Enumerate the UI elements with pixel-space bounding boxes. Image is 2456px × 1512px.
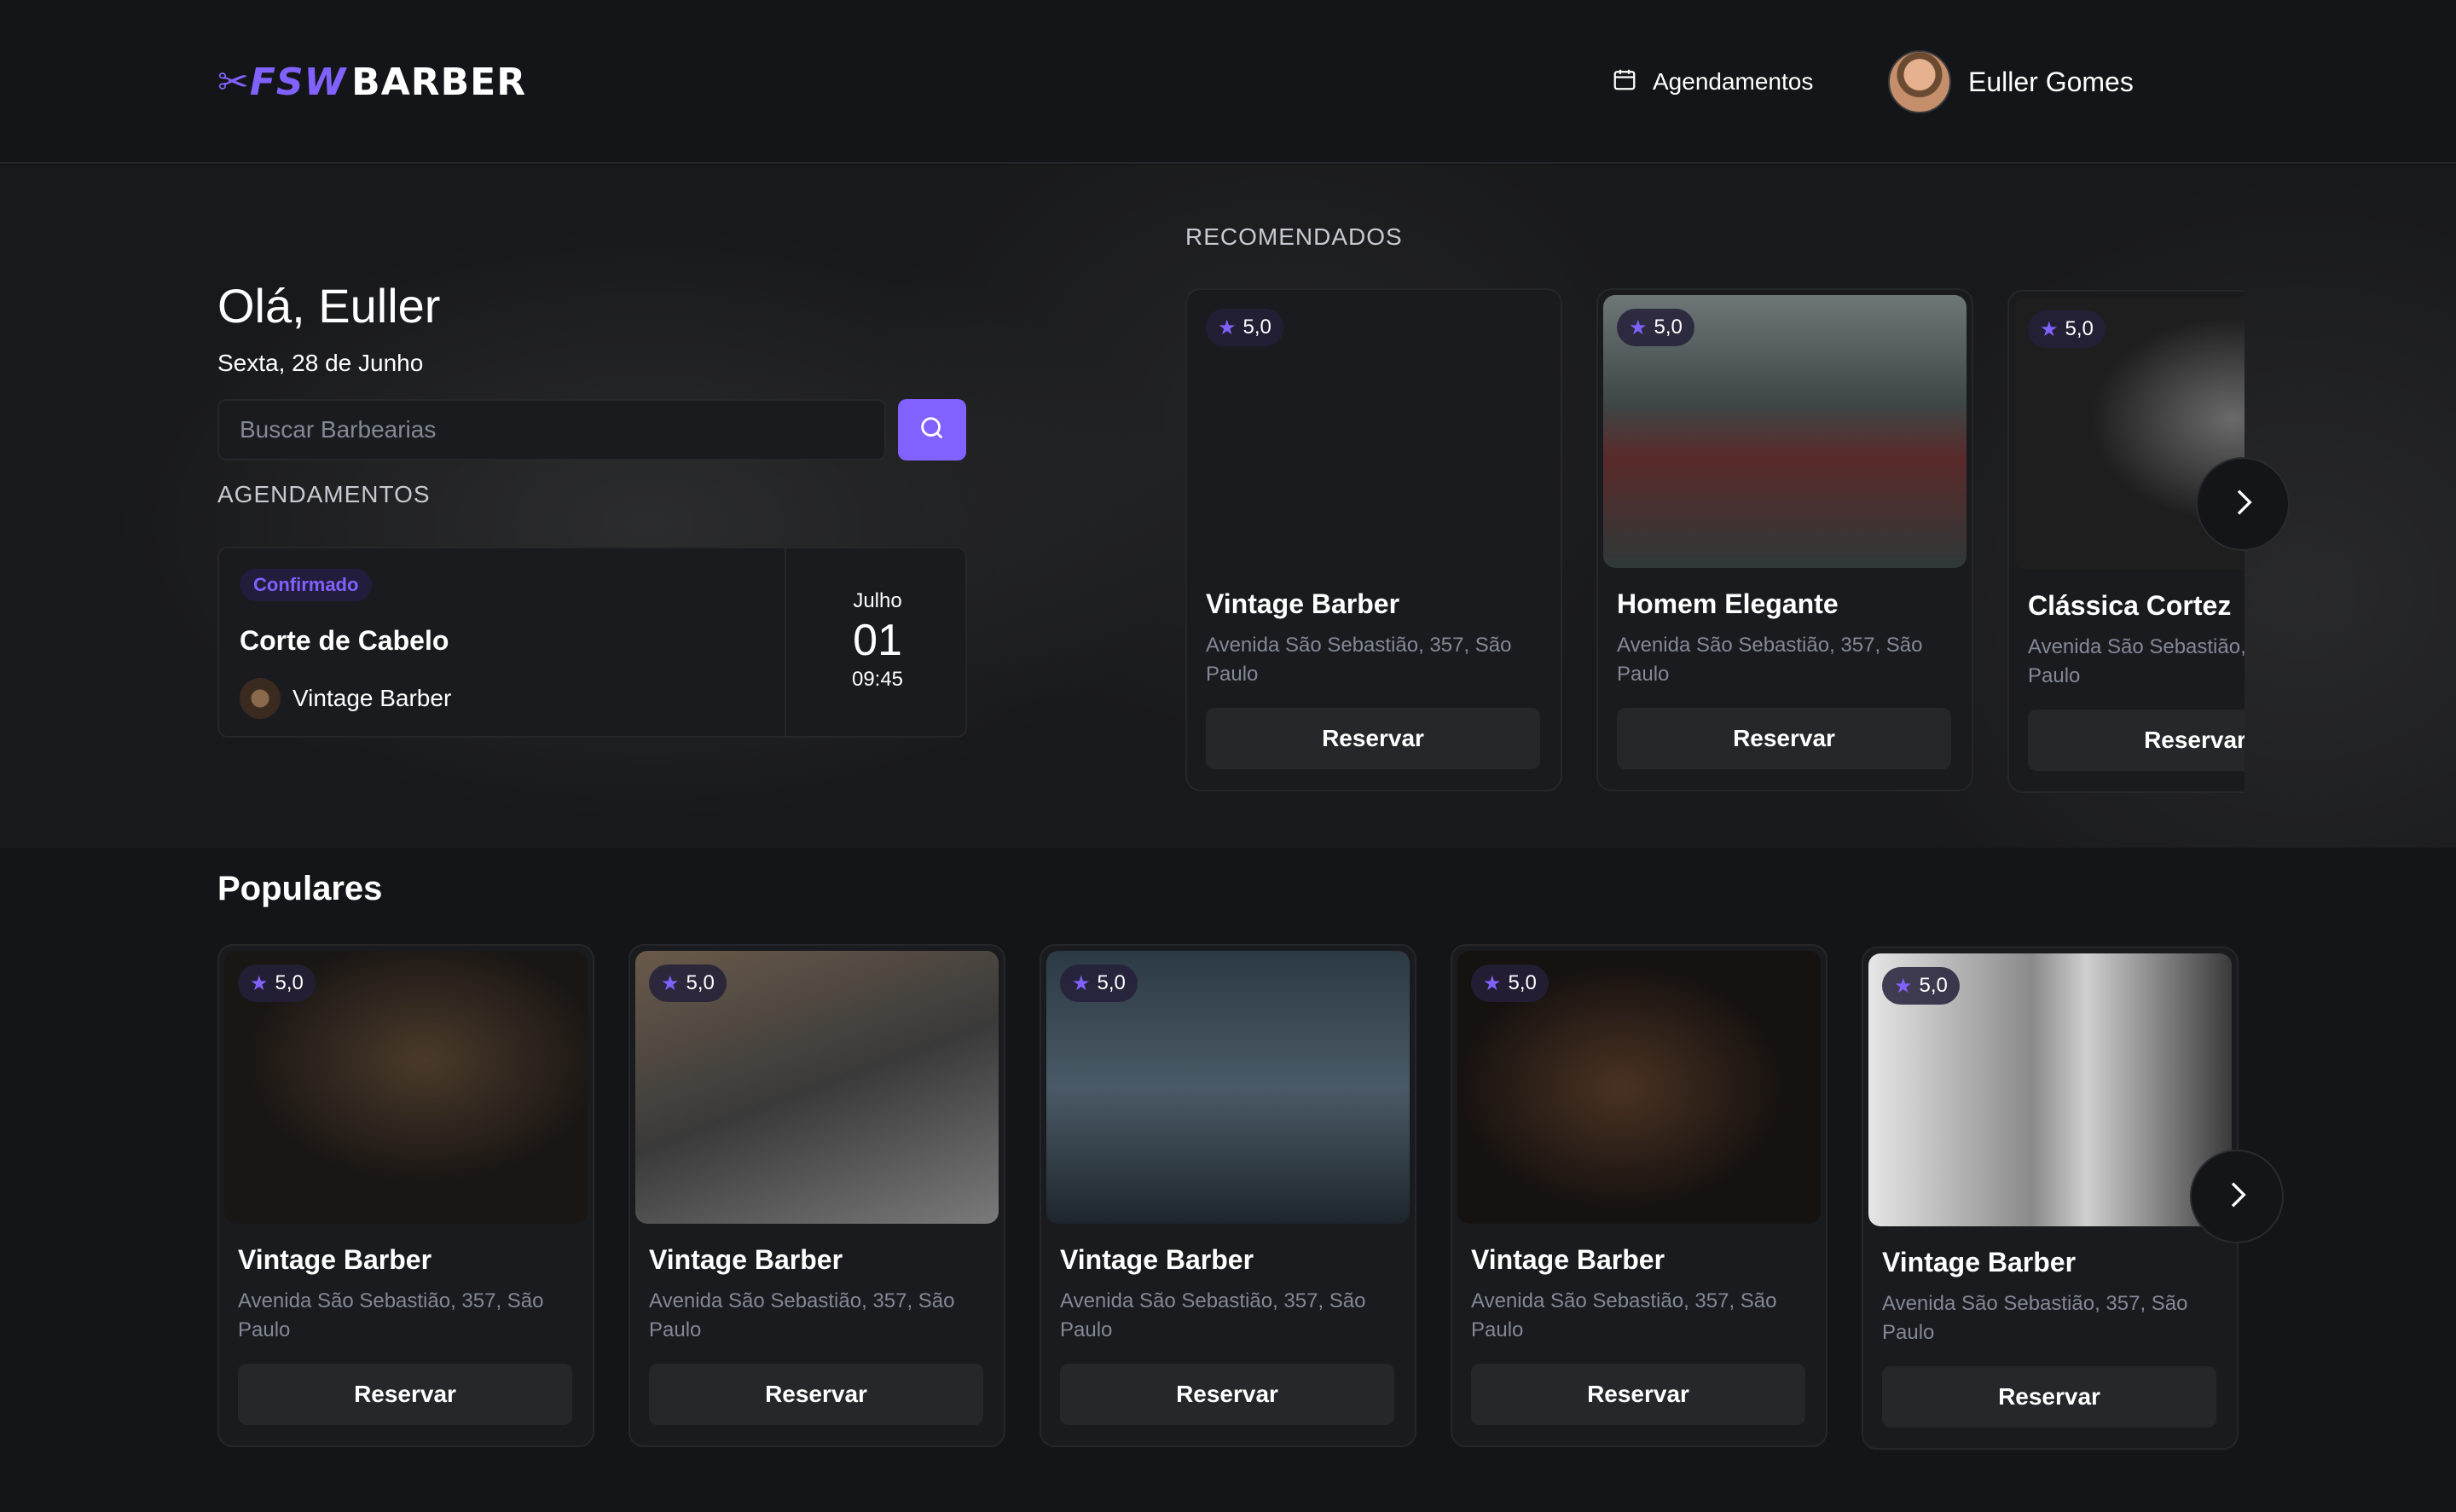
popular-section-title: Populares [217, 870, 383, 907]
reserve-button[interactable]: Reservar [1882, 1366, 2216, 1428]
rating-badge: ★ 5,0 [1060, 965, 1138, 1002]
logo-mark: ✂FSW [217, 60, 347, 104]
barbershop-name: Homem Elegante [1617, 588, 1839, 619]
booking-card[interactable]: Confirmado Corte de Cabelo Vintage Barbe… [217, 547, 967, 738]
search-icon [918, 414, 947, 447]
star-icon: ★ [661, 971, 680, 995]
nav-bookings-label: Agendamentos [1653, 68, 1814, 95]
rating-value: 5,0 [1654, 316, 1683, 339]
barbershop-name: Clássica Cortez [2028, 590, 2232, 621]
barbershop-address: Avenida São Sebastião, 357, São Paulo [1060, 1289, 1366, 1341]
rating-value: 5,0 [1919, 974, 1948, 997]
booking-details: Confirmado Corte de Cabelo Vintage Barbe… [219, 548, 786, 736]
barbershop-card[interactable]: ★ 5,0 Vintage Barber Avenida São Sebastiã… [1040, 944, 1416, 1447]
rating-value: 5,0 [686, 971, 715, 994]
barbershop-name: Vintage Barber [649, 1244, 843, 1275]
recommended-section-label: RECOMENDADOS [1185, 223, 1403, 250]
barbershop-image: ★ 5,0 [1868, 953, 2232, 1226]
bookings-section-label: AGENDAMENTOS [217, 481, 431, 507]
user-name: Euller Gomes [1968, 66, 2134, 97]
booking-shop: Vintage Barber [240, 678, 451, 719]
barbershop-card[interactable]: ★ 5,0 Vintage Barber Avenida São Sebastiã… [1185, 288, 1562, 791]
barbershop-card[interactable]: ★ 5,0 Vintage Barber Avenida São Sebastiã… [1451, 944, 1828, 1447]
barbershop-address: Avenida São Sebastião, 357, São Paulo [649, 1289, 955, 1341]
rating-badge: ★ 5,0 [1617, 309, 1694, 346]
reserve-button[interactable]: Reservar [1617, 708, 1951, 769]
popular-next-button[interactable] [2190, 1150, 2284, 1243]
rating-value: 5,0 [1242, 316, 1271, 339]
reserve-button[interactable]: Reservar [1060, 1364, 1394, 1425]
rating-value: 5,0 [275, 971, 304, 994]
barbershop-image: ★ 5,0 [635, 951, 999, 1224]
user-menu[interactable]: Euller Gomes [1888, 49, 2134, 114]
chevron-right-icon [2220, 1178, 2254, 1216]
reserve-button[interactable]: Reservar [1206, 708, 1540, 769]
status-badge: Confirmado [240, 569, 373, 601]
barbershop-address: Avenida São Sebastião, 357, São Paulo [238, 1289, 544, 1341]
rating-badge: ★ 5,0 [1206, 309, 1283, 346]
logo[interactable]: ✂FSW BARBER [217, 60, 526, 104]
greeting: Olá, Euller [217, 279, 441, 333]
barbershop-image: ★ 5,0 [224, 951, 588, 1224]
chevron-right-icon [2226, 485, 2260, 524]
current-date: Sexta, 28 de Junho [217, 350, 424, 376]
barbershop-card[interactable]: ★ 5,0 Clássica Cortez Avenida São Sebasti… [2007, 290, 2245, 793]
booking-month: Julho [853, 589, 902, 612]
star-icon: ★ [1894, 974, 1913, 998]
rating-value: 5,0 [2065, 317, 2094, 340]
barbershop-image: ★ 5,0 [1192, 295, 1555, 568]
star-icon: ★ [1072, 971, 1091, 995]
search-button[interactable] [898, 399, 966, 461]
barbershop-card[interactable]: ★ 5,0 Vintage Barber Avenida São Sebastiã… [217, 944, 594, 1447]
rating-badge: ★ 5,0 [1471, 965, 1549, 1002]
star-icon: ★ [1483, 971, 1502, 995]
barbershop-address: Avenida São Sebastião, 357, São Paulo [1617, 634, 1923, 686]
barbershop-name: Vintage Barber [1471, 1244, 1665, 1275]
barbershop-address: Avenida São Sebastião, 357, São Paulo [1206, 634, 1512, 686]
booking-day: 01 [853, 616, 902, 665]
rating-value: 5,0 [1097, 971, 1126, 994]
rating-value: 5,0 [1508, 971, 1537, 994]
barbershop-image: ★ 5,0 [1603, 295, 1967, 568]
nav-bookings[interactable]: Agendamentos [1612, 63, 1813, 101]
barbershop-address: Avenida São Sebastião, 357, São Paulo [2028, 635, 2245, 687]
barbershop-card[interactable]: ★ 5,0 Vintage Barber Avenida São Sebastiã… [1862, 947, 2239, 1450]
rating-badge: ★ 5,0 [2028, 310, 2106, 348]
barbershop-name: Vintage Barber [1882, 1247, 2077, 1277]
booking-service: Corte de Cabelo [240, 625, 449, 656]
barbershop-name: Vintage Barber [1206, 588, 1400, 619]
booking-time: 09:45 [851, 668, 904, 691]
barbershop-address: Avenida São Sebastião, 357, São Paulo [1471, 1289, 1777, 1341]
barbershop-card[interactable]: ★ 5,0 Vintage Barber Avenida São Sebastiã… [628, 944, 1005, 1447]
star-icon: ★ [250, 971, 269, 995]
calendar-icon [1612, 67, 1637, 98]
avatar [1888, 50, 1951, 113]
search-input[interactable]: Buscar Barbearias [217, 399, 886, 461]
booking-shop-name: Vintage Barber [293, 685, 452, 711]
recommended-next-button[interactable] [2196, 457, 2290, 551]
barbershop-address: Avenida São Sebastião, 357, São Paulo [1882, 1292, 2188, 1344]
star-icon: ★ [1629, 316, 1648, 339]
reserve-button[interactable]: Reservar [2028, 710, 2245, 771]
rating-badge: ★ 5,0 [1882, 967, 1960, 1005]
recommended-carousel: ★ 5,0 Vintage Barber Avenida São Sebastiã… [1177, 281, 2245, 793]
barbershop-name: Vintage Barber [1060, 1244, 1254, 1275]
reserve-button[interactable]: Reservar [1471, 1364, 1805, 1425]
star-icon: ★ [2040, 317, 2059, 341]
barbershop-image: ★ 5,0 [1457, 951, 1821, 1224]
booking-date: Julho 01 09:45 [788, 548, 967, 736]
rating-badge: ★ 5,0 [238, 965, 316, 1002]
logo-text: BARBER [351, 60, 527, 104]
header: ✂FSW BARBER Agendamentos Euller Gomes [0, 0, 2456, 164]
barbershop-name: Vintage Barber [238, 1244, 432, 1275]
barbershop-card[interactable]: ★ 5,0 Homem Elegante Avenida São Sebastiã… [1596, 288, 1973, 791]
reserve-button[interactable]: Reservar [649, 1364, 983, 1425]
barbershop-image: ★ 5,0 [1046, 951, 1410, 1224]
shop-avatar [240, 678, 281, 719]
star-icon: ★ [1218, 316, 1237, 339]
reserve-button[interactable]: Reservar [238, 1364, 572, 1425]
rating-badge: ★ 5,0 [649, 965, 727, 1002]
